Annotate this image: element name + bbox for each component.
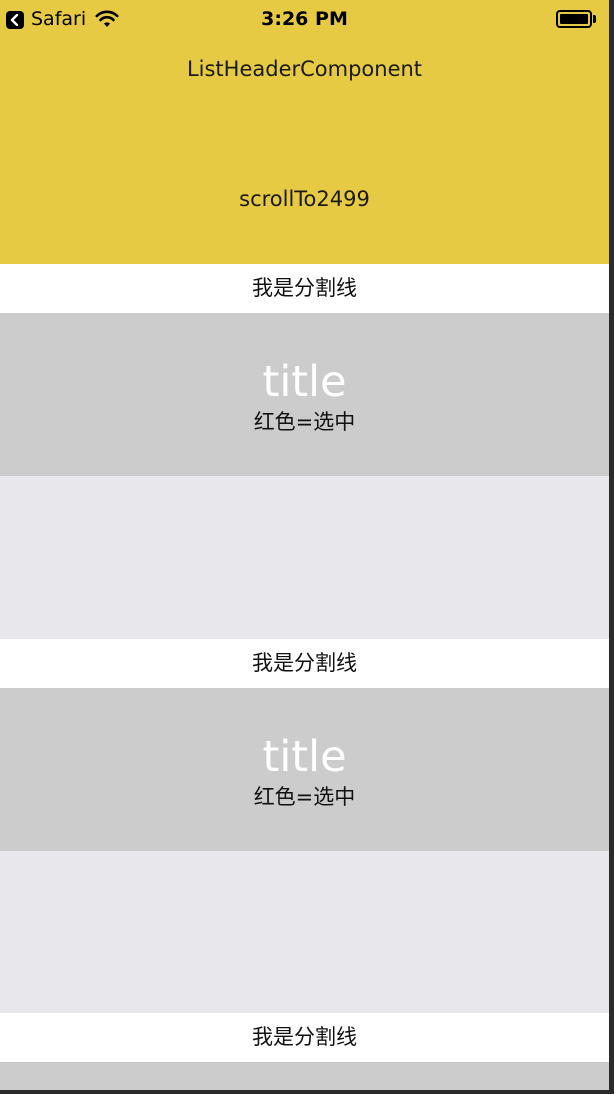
divider: 我是分割线 <box>0 639 609 688</box>
list-item[interactable]: title 红色=选中 <box>0 313 609 476</box>
divider: 我是分割线 <box>0 1013 609 1062</box>
battery-icon <box>556 10 592 28</box>
item-subtitle: 红色=选中 <box>253 785 356 809</box>
item-subtitle: 红色=选中 <box>253 410 356 434</box>
list-header: Safari 3:26 PM ListHeaderComponent scrol… <box>0 0 609 264</box>
item-title: title <box>262 732 347 782</box>
list-item[interactable]: title 红色=选中 <box>0 688 609 851</box>
app-screen: Safari 3:26 PM ListHeaderComponent scrol… <box>0 0 609 1090</box>
battery-tip <box>593 15 596 23</box>
scroll-to-button[interactable]: scrollTo2499 <box>0 186 609 212</box>
status-time: 3:26 PM <box>261 8 348 30</box>
divider: 我是分割线 <box>0 264 609 313</box>
item-title: title <box>262 357 347 407</box>
status-bar: Safari 3:26 PM <box>0 0 609 40</box>
list-item-partial[interactable] <box>0 1062 609 1090</box>
header-title: ListHeaderComponent <box>186 57 423 81</box>
